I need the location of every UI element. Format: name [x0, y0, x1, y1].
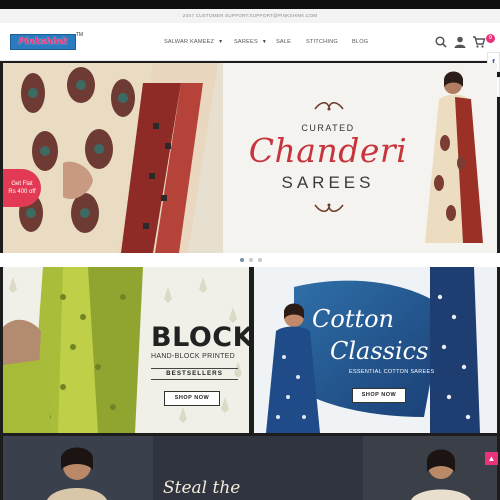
nav-item-sarees[interactable]: SAREES ▼	[234, 23, 267, 61]
block-banner-title: BLOCK	[151, 322, 249, 353]
cart-icon[interactable]	[472, 35, 486, 49]
cotton-banner-title-line1: Cotton	[312, 305, 395, 333]
promo-badge[interactable]: Get Flat Rs 400 off	[3, 169, 41, 207]
block-print-banner[interactable]: BLOCK HAND-BLOCK PRINTED BESTSELLERS SHO…	[3, 267, 249, 433]
carousel-dot-1[interactable]	[240, 258, 244, 262]
hero-subtitle: SAREES	[281, 173, 375, 192]
cotton-banner-title-line2: Classics	[330, 337, 429, 365]
model-image	[411, 63, 497, 253]
cart-count-badge: 0	[486, 34, 495, 43]
block-banner-tag: BESTSELLERS	[151, 368, 238, 380]
steal-banner-image	[3, 436, 497, 500]
nav-item-blog[interactable]: BLOG	[352, 23, 368, 61]
search-icon[interactable]	[434, 35, 448, 49]
top-strip	[0, 0, 500, 9]
block-shop-now-button[interactable]: SHOP NOW	[164, 391, 220, 406]
hero-carousel-slide[interactable]: CURATED Chanderi SAREES Get Flat Rs 400 …	[3, 63, 497, 253]
nav-item-stitching[interactable]: STITCHING	[306, 23, 338, 61]
brand-logo[interactable]: Pinkshink TM	[10, 32, 83, 50]
ornament-top-icon	[314, 102, 344, 111]
scroll-to-top-button[interactable]: ▲	[485, 452, 498, 465]
chevron-up-icon: ▲	[487, 454, 496, 463]
page: 24X7 CUSTOMER SUPPORT:SUPPORT@PINKSHINK.…	[0, 0, 500, 500]
carousel-dot-3[interactable]	[258, 258, 262, 262]
cotton-shop-now-button[interactable]: SHOP NOW	[352, 388, 406, 403]
hero-title: Chanderi	[248, 131, 408, 170]
navbar: Pinkshink TM SALWAR KAMEEZ ▼ SAREES ▼ SALE…	[0, 23, 500, 61]
user-icon[interactable]	[453, 35, 467, 49]
hero-text-block: CURATED Chanderi SAREES	[233, 99, 423, 219]
steal-the-look-banner[interactable]: Steal the	[3, 436, 497, 500]
nav-item-sale[interactable]: SALE	[276, 23, 291, 61]
nav-item-salwar-kameez[interactable]: SALWAR KAMEEZ ▼	[164, 23, 223, 61]
chanderi-saree-image	[3, 63, 223, 253]
chevron-down-icon: ▼	[218, 39, 224, 45]
trademark: TM	[75, 32, 83, 38]
carousel-dot-2[interactable]	[249, 258, 253, 262]
carousel-dots	[240, 258, 262, 262]
cotton-banner-subtitle: ESSENTIAL COTTON SAREES	[349, 369, 435, 375]
brand-name: Pinkshink	[18, 37, 68, 47]
block-banner-subtitle: HAND-BLOCK PRINTED	[151, 353, 235, 360]
support-bar: 24X7 CUSTOMER SUPPORT:SUPPORT@PINKSHINK.…	[0, 9, 500, 23]
ornament-bottom-icon	[314, 203, 344, 212]
chevron-down-icon: ▼	[261, 39, 268, 45]
steal-banner-title: Steal the	[163, 478, 241, 498]
cotton-classics-banner[interactable]: Cotton Classics ESSENTIAL COTTON SAREES …	[254, 267, 497, 433]
